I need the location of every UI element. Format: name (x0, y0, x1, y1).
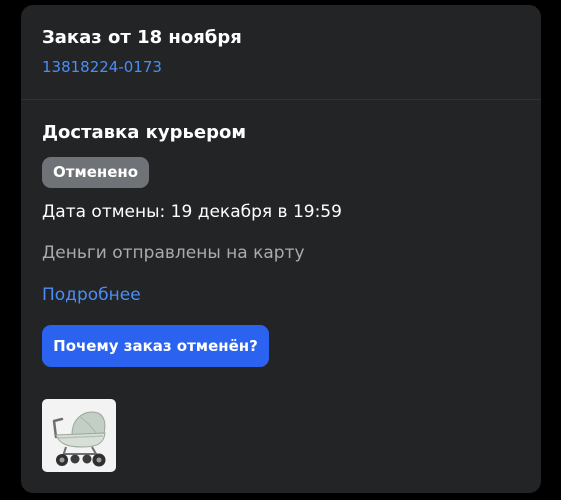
why-cancelled-button[interactable]: Почему заказ отменён? (42, 325, 269, 367)
details-link[interactable]: Подробнее (42, 285, 141, 305)
cancel-date-text: Дата отмены: 19 декабря в 19:59 (42, 202, 342, 222)
baby-stroller-icon (52, 411, 106, 467)
order-title: Заказ от 18 ноября (42, 27, 242, 48)
order-header: Заказ от 18 ноября 13818224-0173 (21, 5, 541, 100)
order-card: Заказ от 18 ноября 13818224-0173 Доставк… (21, 5, 541, 493)
refund-status-text: Деньги отправлены на карту (42, 243, 305, 263)
product-thumbnail[interactable] (42, 399, 116, 472)
order-number-link[interactable]: 13818224-0173 (42, 58, 162, 76)
status-badge: Отменено (42, 157, 150, 188)
delivery-method-title: Доставка курьером (42, 122, 247, 143)
